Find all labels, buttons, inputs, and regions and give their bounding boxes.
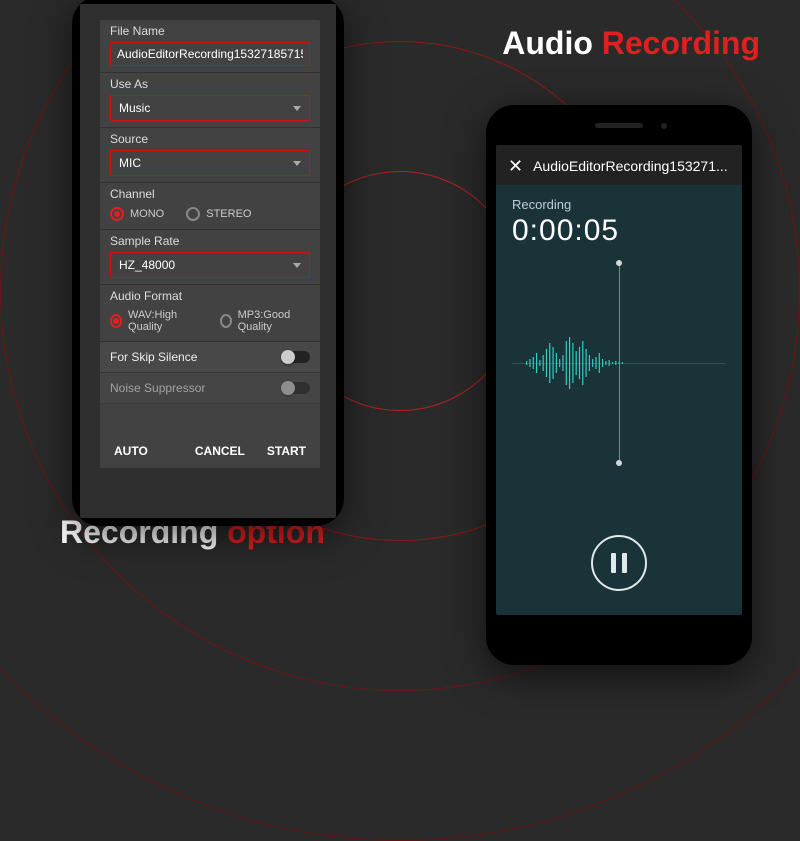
channel-stereo-radio[interactable]: STEREO — [186, 207, 251, 221]
channel-mono-radio[interactable]: MONO — [110, 207, 164, 221]
skip-silence-toggle[interactable] — [282, 351, 310, 363]
format-wav-radio[interactable]: WAV:High Quality — [110, 309, 198, 333]
cancel-button[interactable]: CANCEL — [195, 444, 245, 458]
chevron-down-icon — [293, 263, 301, 268]
recording-timer: 0:00:05 — [512, 214, 726, 248]
source-label: Source — [110, 132, 310, 146]
start-button[interactable]: START — [267, 444, 306, 458]
recorder-header: ✕ AudioEditorRecording153271... — [496, 145, 742, 185]
heading-audio-recording: Audio Recording — [502, 25, 760, 62]
use-as-dropdown[interactable]: Music — [110, 95, 310, 121]
skip-silence-toggle-row: For Skip Silence — [100, 342, 320, 373]
waveform-display — [512, 278, 726, 448]
sample-rate-dropdown[interactable]: HZ_48000 — [110, 252, 310, 278]
sample-rate-label: Sample Rate — [110, 234, 310, 248]
recording-settings-dialog: File Name Use As Music Source MIC Channe… — [100, 20, 320, 468]
use-as-label: Use As — [110, 77, 310, 91]
recording-state-label: Recording — [512, 197, 726, 212]
auto-button[interactable]: AUTO — [114, 444, 148, 458]
channel-label: Channel — [110, 187, 310, 201]
recorder-title: AudioEditorRecording153271... — [533, 158, 728, 174]
phone-recorder: ✕ AudioEditorRecording153271... Recordin… — [486, 105, 752, 665]
chevron-down-icon — [293, 161, 301, 166]
audio-format-label: Audio Format — [110, 289, 310, 303]
format-mp3-radio[interactable]: MP3:Good Quality — [220, 309, 310, 333]
chevron-down-icon — [293, 106, 301, 111]
noise-suppressor-toggle-row: Noise Suppressor — [100, 373, 320, 404]
noise-suppressor-toggle[interactable] — [282, 382, 310, 394]
waveform-icon — [525, 333, 641, 393]
file-name-label: File Name — [110, 24, 310, 38]
close-icon[interactable]: ✕ — [508, 157, 523, 175]
source-dropdown[interactable]: MIC — [110, 150, 310, 176]
file-name-input[interactable] — [110, 42, 310, 66]
phone-settings: File Name Use As Music Source MIC Channe… — [72, 0, 344, 526]
pause-button[interactable] — [591, 535, 647, 591]
